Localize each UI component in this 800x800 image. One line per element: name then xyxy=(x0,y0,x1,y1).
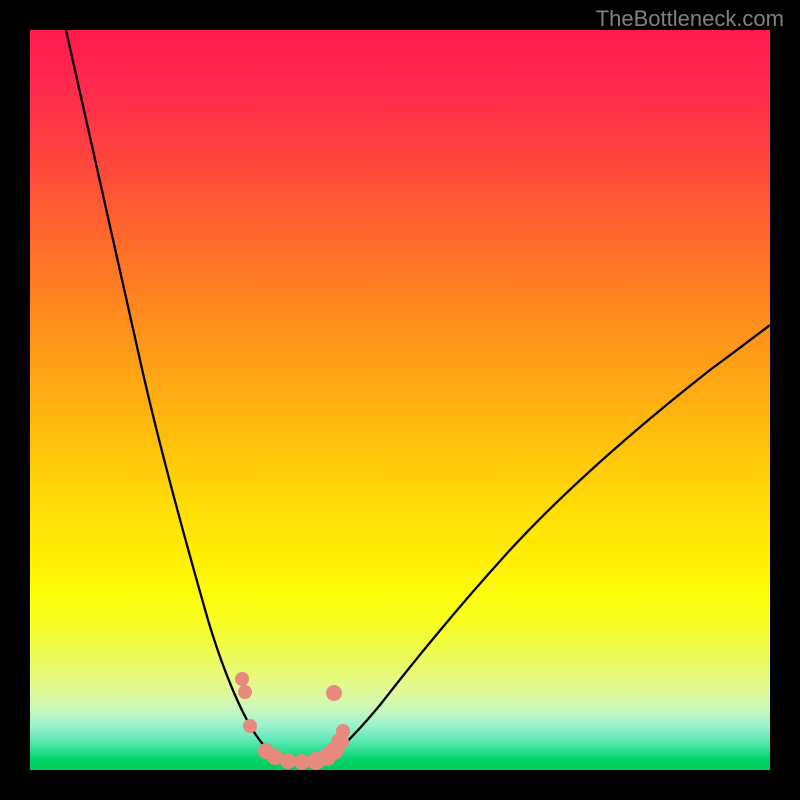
watermark-text: TheBottleneck.com xyxy=(596,6,784,32)
right-curve xyxy=(325,325,770,760)
left-curve xyxy=(66,30,282,760)
plot-area xyxy=(30,30,770,770)
outer-frame: TheBottleneck.com xyxy=(0,0,800,800)
marker-dots xyxy=(235,672,350,770)
chart-svg xyxy=(30,30,770,770)
